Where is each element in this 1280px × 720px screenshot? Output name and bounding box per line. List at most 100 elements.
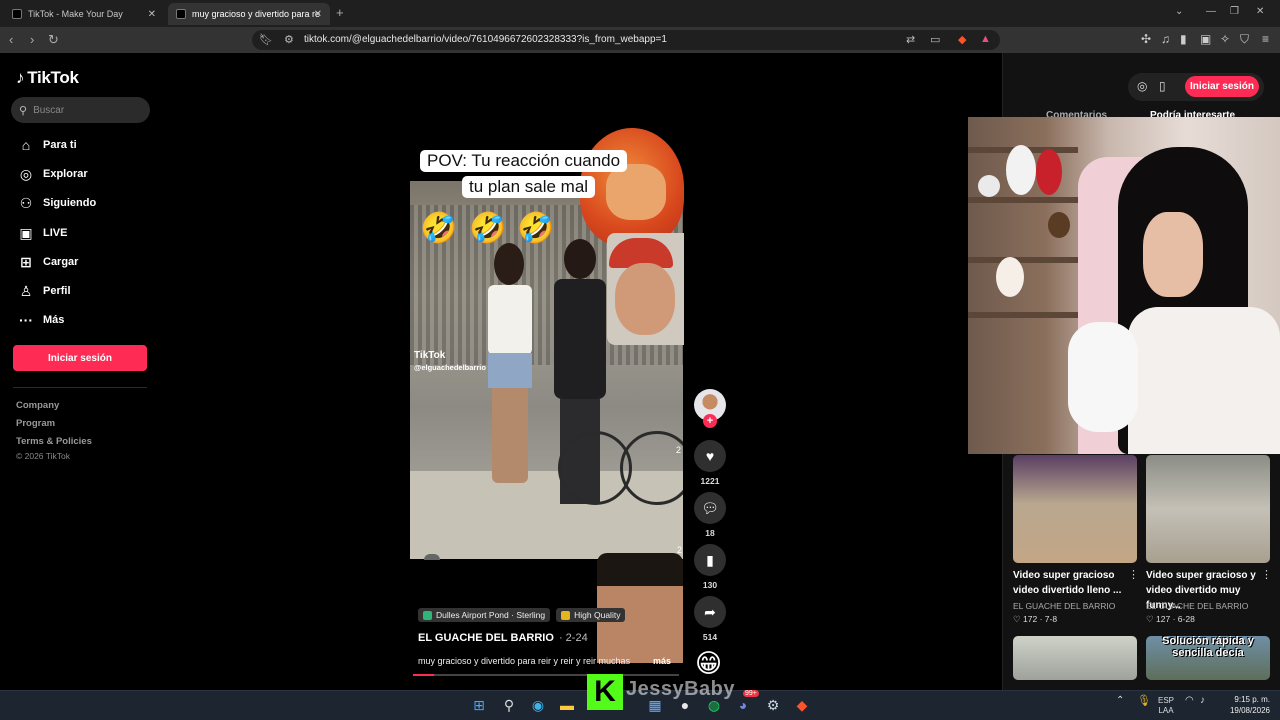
footer-link-terms[interactable]: Terms & Policies — [16, 436, 92, 447]
nav-item-perfil[interactable]: ♙ Perfil — [16, 281, 71, 301]
video-caption-line2: tu plan sale mal — [462, 176, 596, 198]
nav-item-mas[interactable]: ··· Más — [16, 310, 64, 330]
phone-icon[interactable]: ▯ — [1159, 79, 1166, 93]
nav-label: Perfil — [43, 285, 71, 297]
wallet-icon[interactable]: ▣ — [1200, 32, 1211, 46]
browser-tab-active[interactable]: muy gracioso y divertido para re ✕ — [168, 3, 330, 25]
clock-time: 9:15 p. m. — [1234, 695, 1270, 704]
new-tab-icon[interactable]: + — [336, 5, 344, 20]
nav-label: Más — [43, 314, 65, 326]
reload-icon[interactable]: ↻ — [48, 32, 59, 48]
compass-icon[interactable]: ◎ — [1137, 79, 1147, 93]
related-video-author[interactable]: EL GUACHE DEL BARRIO — [1013, 601, 1115, 611]
extensions-icon[interactable]: ✣ — [1141, 32, 1151, 46]
video-caption-line1: POV: Tu reacción cuando — [420, 150, 628, 172]
quality-tag[interactable]: High Quality — [556, 608, 626, 622]
brave-rewards-icon[interactable]: ▲ — [980, 33, 991, 45]
post-date: · 2-24 — [558, 632, 588, 644]
compass-icon: ◎ — [19, 165, 33, 182]
close-tab-icon[interactable]: ✕ — [314, 9, 322, 20]
volume-icon[interactable]: ♪ — [1200, 696, 1205, 706]
header-login-button[interactable]: Iniciar sesión — [1185, 76, 1259, 97]
related-thumbnail[interactable] — [1013, 636, 1137, 680]
edge-icon[interactable]: ◉ — [528, 695, 548, 715]
author-name[interactable]: EL GUACHE DEL BARRIO — [418, 632, 554, 644]
login-button[interactable]: Iniciar sesión — [13, 345, 147, 371]
share-button[interactable]: ➦ — [694, 596, 726, 628]
separator: · — [1172, 614, 1176, 624]
brave-shield-icon[interactable]: ◆ — [958, 33, 966, 46]
close-window-icon[interactable]: ✕ — [1256, 6, 1264, 17]
more-options-icon[interactable]: ⋮ — [1261, 568, 1272, 581]
cast-icon[interactable]: ▭ — [930, 33, 940, 46]
bookmark-icon[interactable]: 🔖︎ — [259, 33, 273, 46]
live-icon: ▣ — [19, 224, 33, 241]
discord-icon[interactable]: ◕ — [733, 695, 753, 715]
author-line[interactable]: EL GUACHE DEL BARRIO · 2-24 — [418, 632, 588, 644]
back-icon[interactable]: ‹ — [9, 32, 13, 47]
save-button[interactable]: ▮ — [694, 544, 726, 576]
more-options-icon[interactable]: ⋮ — [1128, 568, 1139, 581]
related-video-stats: ♡ 127 · 6-28 — [1146, 614, 1195, 625]
microphone-icon[interactable]: 🎙︎ — [1137, 696, 1151, 707]
search-icon: ⚲ — [19, 104, 28, 117]
close-tab-icon[interactable]: ✕ — [148, 9, 156, 20]
video-date: 6-28 — [1177, 614, 1195, 624]
chevron-down-icon[interactable]: ⌄ — [1175, 6, 1183, 17]
chevron-up-icon[interactable]: ⌃ — [1116, 696, 1124, 706]
site-info-icon[interactable]: ⚙︎ — [284, 33, 294, 46]
nav-item-explorar[interactable]: ◎ Explorar — [16, 164, 88, 184]
heart-icon: ♥ — [705, 448, 715, 464]
tiktok-note-icon: ♪ — [16, 68, 25, 87]
wifi-icon[interactable]: ◠ — [1185, 696, 1194, 706]
tiktok-favicon-icon — [12, 9, 22, 19]
footer-link-program[interactable]: Program — [16, 418, 55, 429]
restore-icon[interactable]: ❐ — [1230, 6, 1239, 17]
forward-icon[interactable]: › — [30, 32, 34, 47]
share-count: 514 — [702, 632, 718, 642]
language-indicator[interactable]: ESP LAA — [1158, 696, 1174, 716]
menu-icon[interactable]: ≡ — [1262, 32, 1269, 46]
location-tag[interactable]: Dulles Airport Pond · Sterling — [418, 608, 551, 622]
follow-plus-icon[interactable]: + — [703, 414, 717, 428]
like-button[interactable]: ♥ — [694, 440, 726, 472]
nav-item-live[interactable]: ▣ LIVE — [16, 223, 67, 243]
video-progress-bar[interactable] — [413, 674, 679, 676]
steam-icon[interactable]: ⚙ — [763, 695, 783, 715]
leo-ai-icon[interactable]: ✧ — [1220, 32, 1230, 46]
browser-tab[interactable]: TikTok - Make Your Day ✕ — [4, 3, 164, 25]
grinning-emoji-icon[interactable]: 😁 — [695, 648, 722, 679]
like-count: 127 — [1156, 614, 1171, 624]
related-thumbnail[interactable] — [1146, 455, 1270, 563]
related-thumbnail[interactable] — [1013, 455, 1137, 563]
footer-link-company[interactable]: Company — [16, 400, 59, 411]
more-link[interactable]: más — [653, 656, 671, 666]
minimize-icon[interactable]: — — [1206, 6, 1216, 17]
search-icon[interactable]: ⚲ — [499, 695, 519, 715]
related-video-author[interactable]: EL GUACHE DEL BARRIO — [1146, 601, 1248, 611]
nav-item-cargar[interactable]: ⊞ Cargar — [16, 252, 78, 272]
nav-item-siguiendo[interactable]: ⚇ Siguiendo — [16, 193, 96, 213]
separator: · — [1039, 614, 1043, 624]
sidebar-divider — [13, 387, 147, 388]
windows-start-icon[interactable]: ⊞ — [469, 695, 489, 715]
video-loading-indicator — [424, 554, 440, 560]
related-video-title[interactable]: Video super gracioso video divertido lle… — [1013, 568, 1133, 598]
search-input[interactable]: ⚲ Buscar — [11, 97, 150, 123]
clock-date: 19/08/2026 — [1229, 706, 1270, 715]
tiktok-logo[interactable]: ♪ TikTok — [16, 68, 79, 88]
like-count: 1221 — [700, 476, 720, 486]
address-bar[interactable]: 🔖︎ ⚙︎ tiktok.com/@elguachedelbarrio/vide… — [252, 30, 1000, 50]
comment-button[interactable]: 💬︎ — [694, 492, 726, 524]
system-clock[interactable]: 9:15 p. m. 19/08/2026 — [1222, 694, 1270, 716]
music-icon[interactable]: ♫ — [1161, 32, 1170, 46]
url-text[interactable]: tiktok.com/@elguachedelbarrio/video/7610… — [304, 34, 667, 45]
video-tags: Dulles Airport Pond · Sterling High Qual… — [418, 608, 626, 622]
translate-icon[interactable]: ⇄ — [906, 33, 915, 46]
sidebar-toggle-icon[interactable]: ▮ — [1180, 32, 1187, 46]
file-explorer-icon[interactable]: ▬ — [557, 695, 577, 715]
nav-item-para-ti[interactable]: ⌂ Para ti — [16, 135, 77, 155]
video-date: 7-8 — [1044, 614, 1058, 624]
vpn-shield-icon[interactable]: ⛉ — [1240, 32, 1249, 47]
brave-icon[interactable]: ◆ — [792, 695, 812, 715]
